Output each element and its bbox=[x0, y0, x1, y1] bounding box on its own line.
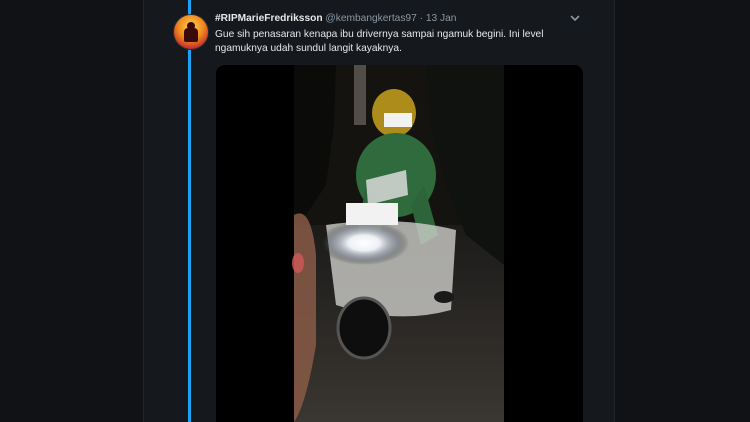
tweet-date[interactable]: 13 Jan bbox=[426, 13, 457, 24]
chevron-down-icon[interactable] bbox=[568, 11, 582, 25]
tweet-media-video[interactable] bbox=[216, 65, 583, 422]
thread-connector-line bbox=[188, 0, 191, 422]
avatar-silhouette-icon bbox=[184, 22, 198, 42]
display-name[interactable]: #RIPMarieFredriksson bbox=[215, 13, 323, 24]
front-wheel bbox=[336, 296, 392, 360]
tweet-text: Gue sih penasaran kenapa ibu drivernya s… bbox=[215, 29, 544, 54]
user-avatar[interactable] bbox=[173, 14, 209, 50]
header-separator: · bbox=[419, 13, 423, 24]
page: #RIPMarieFredriksson @kembangkertas97 · … bbox=[0, 0, 750, 422]
blurred-plate bbox=[346, 203, 398, 225]
tweet-header: #RIPMarieFredriksson @kembangkertas97 · … bbox=[215, 13, 456, 24]
chevron-down-icon bbox=[570, 15, 580, 21]
video-frame bbox=[216, 65, 583, 422]
user-handle[interactable]: @kembangkertas97 bbox=[325, 13, 416, 24]
headlight-glow bbox=[319, 221, 409, 265]
background-pillar bbox=[354, 65, 366, 125]
blurred-face bbox=[384, 113, 412, 127]
